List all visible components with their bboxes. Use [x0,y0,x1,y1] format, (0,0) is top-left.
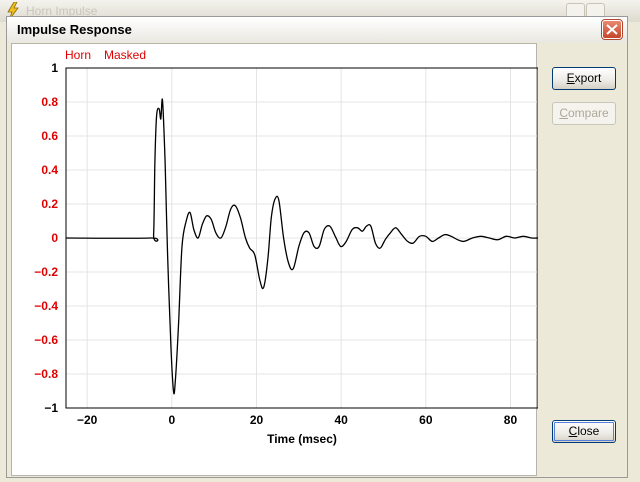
dialog-title: Impulse Response [17,22,132,37]
y-tick-label: 0.2 [41,197,58,211]
y-tick-label: −0.4 [34,299,58,313]
impulse-response-chart: 1 0.8 0.6 0.4 0.2 0 −0.2 −0.4 −0.6 −0.8 −1 −20 0 20 4… [34,61,538,446]
compare-button: Compare [552,102,616,125]
x-tick-labels: −20 0 20 40 60 80 [77,413,517,427]
y-tick-label: 0.8 [41,95,58,109]
x-tick-label: 80 [504,413,518,427]
impulse-trace [65,98,538,395]
y-tick-label: 0 [51,231,58,245]
export-button[interactable]: Export [552,67,616,90]
x-tick-label: 40 [334,413,348,427]
x-tick-label: −20 [77,413,98,427]
x-tick-label: 60 [419,413,433,427]
y-tick-label: 1 [51,61,58,75]
y-tick-label: −0.8 [34,367,58,381]
dialog-titlebar: Impulse Response [7,17,627,42]
y-tick-label: 0.6 [41,129,58,143]
y-tick-label: −0.2 [34,265,58,279]
y-tick-labels: 1 0.8 0.6 0.4 0.2 0 −0.2 −0.4 −0.6 −0.8 −1 [34,61,58,415]
close-button[interactable]: Close [552,420,616,443]
x-axis-label: Time (msec) [267,432,337,446]
plot-area: Horn Masked 1 0.8 0.6 0.4 0.2 0 −0.2 −0.4 −0.6 −0… [11,43,538,476]
x-tick-label: 20 [250,413,264,427]
y-tick-label: 0.4 [41,163,58,177]
x-tick-label: 0 [168,413,175,427]
y-tick-label: −0.6 [34,333,58,347]
impulse-response-dialog: Impulse Response Horn Masked 1 0.8 0.6 0.4 0… [6,16,628,478]
close-x-icon[interactable] [601,19,623,40]
y-tick-label: −1 [44,401,58,415]
